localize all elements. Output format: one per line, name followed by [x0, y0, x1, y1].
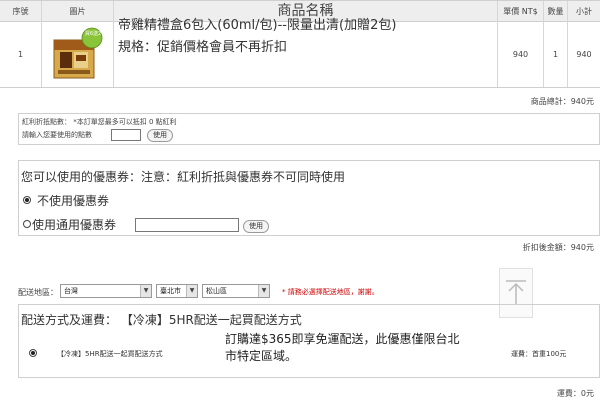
city-select[interactable]: 臺北市 ▼ — [156, 284, 198, 298]
cart-total: 商品總計：940元 — [530, 97, 594, 106]
cart-table: 序號 圖片 商品名稱 單價 NT$ 數量 小計 1 940 1 940 買6送2… — [0, 0, 600, 98]
header-qty: 數量 — [544, 1, 568, 23]
coupon-none-label[interactable]: 不使用優惠券 — [37, 192, 109, 209]
header-subtotal: 小計 — [576, 7, 592, 16]
shipping-title: 配送方式及運費： 【冷凍】5HR配送一起買配送方式 — [21, 313, 302, 327]
shipping-section: 配送方式及運費： 【冷凍】5HR配送一起買配送方式 【冷凍】5HR配送一起買配送… — [18, 304, 600, 378]
chevron-down-icon: ▼ — [140, 285, 151, 297]
thumb-badge: 買6送2 — [84, 31, 102, 37]
coupon-section: 您可以使用的優惠券：注意：紅利折抵與優惠券不可同時使用 不使用優惠券 使用通用優… — [18, 160, 600, 236]
bonus-info: 紅利折抵點數： *本訂單您最多可以抵扣 0 點紅利 — [22, 118, 177, 126]
cell-qty: 1 — [544, 22, 568, 87]
cell-seq: 1 — [0, 22, 42, 87]
header-price: 單價 NT$ — [498, 1, 544, 23]
coupon-none-radio[interactable] — [23, 196, 31, 204]
shipping-fee-label: 運費：首重100元 — [511, 350, 567, 358]
shipping-fee-total: 運費：0元 — [556, 389, 594, 398]
header-seq: 序號 — [0, 1, 42, 23]
district-select[interactable]: 松山區 ▼ — [202, 284, 270, 298]
after-discount-amount: 折扣後金額：940元 — [522, 243, 594, 252]
bonus-use-button[interactable]: 使用 — [147, 129, 173, 142]
coupon-general-label[interactable]: 使用通用優惠券 — [32, 216, 116, 233]
product-spec: 規格：促銷價格會員不再折扣 — [118, 40, 288, 55]
country-select[interactable]: 台灣 ▼ — [60, 284, 152, 298]
coupon-general-radio[interactable] — [23, 220, 31, 228]
product-thumbnail[interactable]: 買6送2 — [52, 26, 104, 82]
region-label: 配送地區： — [18, 288, 58, 297]
bonus-prompt: 請輸入您要使用的點數 — [22, 131, 92, 139]
chevron-down-icon: ▼ — [258, 285, 269, 297]
bonus-section: 紅利折抵點數： *本訂單您最多可以抵扣 0 點紅利 請輸入您要使用的點數 使用 — [18, 113, 600, 145]
shipping-option-label[interactable]: 【冷凍】5HR配送一起買配送方式 — [57, 349, 163, 359]
chevron-down-icon: ▼ — [186, 285, 197, 297]
district-value: 松山區 — [206, 287, 227, 295]
coupon-title: 您可以使用的優惠券：注意：紅利折抵與優惠券不可同時使用 — [21, 170, 346, 184]
coupon-code-input[interactable] — [135, 218, 239, 232]
product-name-link[interactable]: 帝雞精禮盒6包入(60ml/包)--限量出清(加贈2包) — [118, 14, 396, 33]
cell-price: 940 — [498, 22, 544, 87]
bonus-points-input[interactable] — [111, 129, 141, 141]
shipping-option-radio[interactable] — [29, 349, 37, 357]
country-value: 台灣 — [64, 287, 78, 295]
cell-subtotal: 940 — [576, 50, 592, 59]
header-image: 圖片 — [42, 1, 114, 23]
coupon-use-button[interactable]: 使用 — [243, 220, 269, 233]
city-value: 臺北市 — [160, 287, 181, 295]
shipping-promo: 訂購達$365即享免運配送，此優惠僅限台北市特定區域。 — [225, 332, 460, 363]
region-note: * 請務必選擇配送地區，謝謝。 — [282, 288, 379, 296]
